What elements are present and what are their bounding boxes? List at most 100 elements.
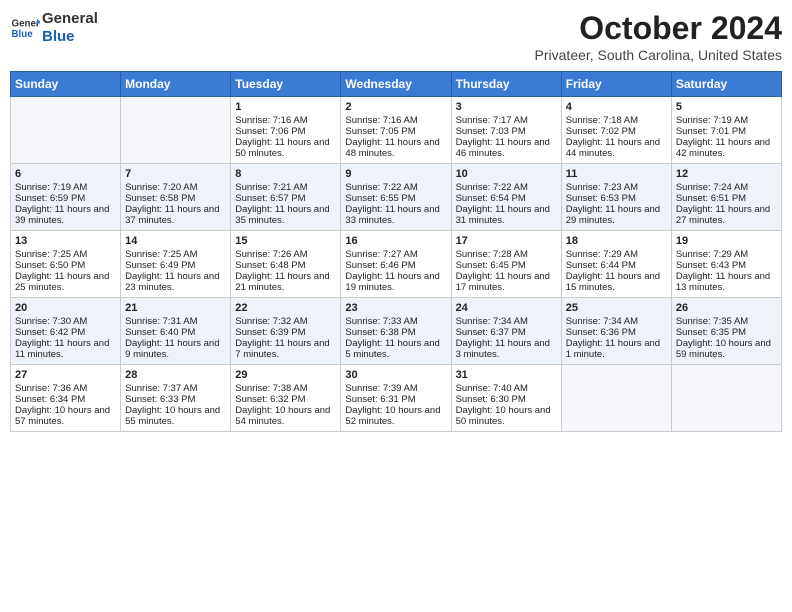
calendar-cell: 14Sunrise: 7:25 AMSunset: 6:49 PMDayligh… [121, 231, 231, 298]
daylight-text: Daylight: 11 hours and 11 minutes. [15, 338, 116, 360]
sunrise-text: Sunrise: 7:34 AM [456, 316, 557, 327]
calendar-cell: 21Sunrise: 7:31 AMSunset: 6:40 PMDayligh… [121, 298, 231, 365]
svg-text:Blue: Blue [12, 29, 34, 40]
day-number: 13 [15, 235, 116, 247]
sunset-text: Sunset: 6:37 PM [456, 327, 557, 338]
sunrise-text: Sunrise: 7:19 AM [15, 182, 116, 193]
calendar-cell: 8Sunrise: 7:21 AMSunset: 6:57 PMDaylight… [231, 164, 341, 231]
daylight-text: Daylight: 11 hours and 17 minutes. [456, 271, 557, 293]
daylight-text: Daylight: 11 hours and 35 minutes. [235, 204, 336, 226]
sunset-text: Sunset: 6:32 PM [235, 394, 336, 405]
sunrise-text: Sunrise: 7:36 AM [15, 383, 116, 394]
calendar-cell: 25Sunrise: 7:34 AMSunset: 6:36 PMDayligh… [561, 298, 671, 365]
calendar-cell: 29Sunrise: 7:38 AMSunset: 6:32 PMDayligh… [231, 365, 341, 432]
sunset-text: Sunset: 6:59 PM [15, 193, 116, 204]
sunrise-text: Sunrise: 7:24 AM [676, 182, 777, 193]
daylight-text: Daylight: 10 hours and 54 minutes. [235, 405, 336, 427]
sunrise-text: Sunrise: 7:29 AM [676, 249, 777, 260]
sunrise-text: Sunrise: 7:16 AM [345, 115, 446, 126]
sunset-text: Sunset: 6:42 PM [15, 327, 116, 338]
daylight-text: Daylight: 11 hours and 39 minutes. [15, 204, 116, 226]
sunrise-text: Sunrise: 7:22 AM [345, 182, 446, 193]
header-saturday: Saturday [671, 72, 781, 97]
calendar-week-1: 1Sunrise: 7:16 AMSunset: 7:06 PMDaylight… [11, 97, 782, 164]
sunset-text: Sunset: 6:31 PM [345, 394, 446, 405]
daylight-text: Daylight: 11 hours and 27 minutes. [676, 204, 777, 226]
calendar-cell [121, 97, 231, 164]
daylight-text: Daylight: 11 hours and 3 minutes. [456, 338, 557, 360]
calendar-cell: 27Sunrise: 7:36 AMSunset: 6:34 PMDayligh… [11, 365, 121, 432]
day-number: 16 [345, 235, 446, 247]
calendar-cell: 24 Sunrise: 7:34 AMSunset: 6:37 PMDayligh… [451, 298, 561, 365]
sunset-text: Sunset: 6:35 PM [676, 327, 777, 338]
day-number: 7 [125, 168, 226, 180]
day-number: 28 [125, 369, 226, 381]
sunset-text: Sunset: 6:36 PM [566, 327, 667, 338]
daylight-text: Daylight: 10 hours and 52 minutes. [345, 405, 446, 427]
logo-text: General Blue [42, 10, 98, 46]
logo-blue: Blue [42, 28, 75, 45]
daylight-text: Daylight: 10 hours and 55 minutes. [125, 405, 226, 427]
day-number: 21 [125, 302, 226, 314]
sunrise-text: Sunrise: 7:30 AM [15, 316, 116, 327]
sunset-text: Sunset: 6:53 PM [566, 193, 667, 204]
svg-text:General: General [12, 19, 41, 30]
calendar-cell: 6Sunrise: 7:19 AMSunset: 6:59 PMDaylight… [11, 164, 121, 231]
calendar-cell: 30Sunrise: 7:39 AMSunset: 6:31 PMDayligh… [341, 365, 451, 432]
sunset-text: Sunset: 6:57 PM [235, 193, 336, 204]
sunrise-text: Sunrise: 7:32 AM [235, 316, 336, 327]
sunset-text: Sunset: 6:50 PM [15, 260, 116, 271]
sunset-text: Sunset: 6:51 PM [676, 193, 777, 204]
calendar-title: October 2024 [535, 10, 782, 47]
daylight-text: Daylight: 11 hours and 42 minutes. [676, 137, 777, 159]
calendar-cell: 11Sunrise: 7:23 AMSunset: 6:53 PMDayligh… [561, 164, 671, 231]
calendar-cell: 19Sunrise: 7:29 AMSunset: 6:43 PMDayligh… [671, 231, 781, 298]
day-number: 29 [235, 369, 336, 381]
day-number: 23 [345, 302, 446, 314]
sunrise-text: Sunrise: 7:33 AM [345, 316, 446, 327]
calendar-cell: 9Sunrise: 7:22 AMSunset: 6:55 PMDaylight… [341, 164, 451, 231]
sunrise-text: Sunrise: 7:37 AM [125, 383, 226, 394]
sunset-text: Sunset: 7:03 PM [456, 126, 557, 137]
day-number: 24 [456, 302, 557, 314]
sunrise-text: Sunrise: 7:31 AM [125, 316, 226, 327]
daylight-text: Daylight: 11 hours and 13 minutes. [676, 271, 777, 293]
sunrise-text: Sunrise: 7:20 AM [125, 182, 226, 193]
calendar-week-2: 6Sunrise: 7:19 AMSunset: 6:59 PMDaylight… [11, 164, 782, 231]
sunrise-text: Sunrise: 7:28 AM [456, 249, 557, 260]
calendar-cell: 3Sunrise: 7:17 AMSunset: 7:03 PMDaylight… [451, 97, 561, 164]
calendar-cell: 15Sunrise: 7:26 AMSunset: 6:48 PMDayligh… [231, 231, 341, 298]
calendar-cell: 26Sunrise: 7:35 AMSunset: 6:35 PMDayligh… [671, 298, 781, 365]
header-thursday: Thursday [451, 72, 561, 97]
logo-general: General [42, 10, 98, 27]
day-number: 1 [235, 101, 336, 113]
calendar-cell: 7Sunrise: 7:20 AMSunset: 6:58 PMDaylight… [121, 164, 231, 231]
sunrise-text: Sunrise: 7:39 AM [345, 383, 446, 394]
calendar-cell: 1Sunrise: 7:16 AMSunset: 7:06 PMDaylight… [231, 97, 341, 164]
calendar-week-3: 13Sunrise: 7:25 AMSunset: 6:50 PMDayligh… [11, 231, 782, 298]
sunrise-text: Sunrise: 7:22 AM [456, 182, 557, 193]
sunrise-text: Sunrise: 7:40 AM [456, 383, 557, 394]
calendar-week-5: 27Sunrise: 7:36 AMSunset: 6:34 PMDayligh… [11, 365, 782, 432]
day-number: 10 [456, 168, 557, 180]
sunset-text: Sunset: 6:55 PM [345, 193, 446, 204]
calendar-cell: 2Sunrise: 7:16 AMSunset: 7:05 PMDaylight… [341, 97, 451, 164]
calendar-cell: 10Sunrise: 7:22 AMSunset: 6:54 PMDayligh… [451, 164, 561, 231]
day-number: 15 [235, 235, 336, 247]
sunset-text: Sunset: 6:45 PM [456, 260, 557, 271]
day-number: 31 [456, 369, 557, 381]
daylight-text: Daylight: 11 hours and 29 minutes. [566, 204, 667, 226]
calendar-table: Sunday Monday Tuesday Wednesday Thursday… [10, 71, 782, 432]
day-number: 20 [15, 302, 116, 314]
sunset-text: Sunset: 6:33 PM [125, 394, 226, 405]
header-tuesday: Tuesday [231, 72, 341, 97]
day-number: 14 [125, 235, 226, 247]
daylight-text: Daylight: 11 hours and 46 minutes. [456, 137, 557, 159]
sunset-text: Sunset: 6:44 PM [566, 260, 667, 271]
daylight-text: Daylight: 11 hours and 23 minutes. [125, 271, 226, 293]
day-number: 17 [456, 235, 557, 247]
daylight-text: Daylight: 11 hours and 25 minutes. [15, 271, 116, 293]
sunrise-text: Sunrise: 7:19 AM [676, 115, 777, 126]
calendar-cell: 16Sunrise: 7:27 AMSunset: 6:46 PMDayligh… [341, 231, 451, 298]
calendar-cell: 28 Sunrise: 7:37 AMSunset: 6:33 PMDayligh… [121, 365, 231, 432]
